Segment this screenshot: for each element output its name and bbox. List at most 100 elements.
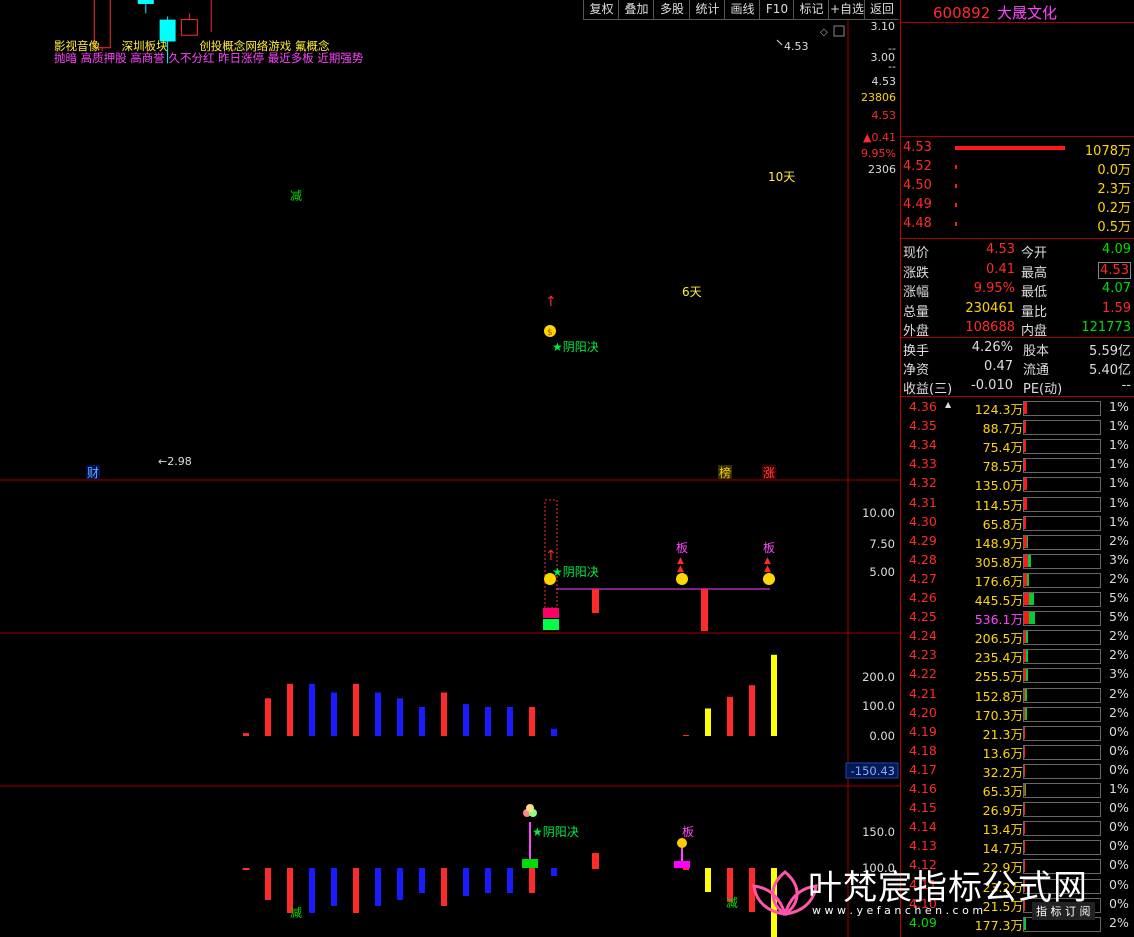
top-info-value: ▲0.41 [863,131,896,144]
days-label: 10天 [768,170,795,184]
price-volume-row[interactable]: 4.23 235.4万 2% [901,647,1134,666]
price-volume-row[interactable]: 4.33 78.5万 1% [901,456,1134,475]
stat-value: 4.53 [1098,261,1131,279]
price-volume-row[interactable]: 4.21 152.8万 2% [901,686,1134,705]
ask-bar [955,146,1065,150]
sub1-bar [701,589,708,631]
pv-price: 4.34 [909,437,937,453]
pv-volume: 148.9万 [974,535,1023,551]
price-volume-row[interactable]: 4.13 14.7万 0% [901,838,1134,857]
price-volume-row[interactable]: 4.15 26.9万 0% [901,800,1134,819]
top-info-value: 4.53 [872,75,897,88]
pv-price: 4.31 [909,494,937,510]
ask-row[interactable]: 4.52 0.0万 [901,159,1134,178]
pv-percent: 2% [1109,647,1129,663]
kline-chart-area[interactable]: ◇ 4.53 ←2.98 10天 6天减减减 ↑ $ ★阴阳决财榜涨 ↑ ★阴阳决板 ▲ ▲ 板 ▲ ▲ ★阴… [0,0,900,937]
ask-bar [955,203,957,207]
pv-bar-frame [1023,439,1101,455]
price-volume-row[interactable]: 4.18 13.6万 0% [901,743,1134,762]
kline-chart[interactable]: ◇4.53←2.9810天6天减减减↑$★阴阳决财榜涨↑★阴阳决板▲▲板▲▲★阴… [0,0,900,937]
price-volume-row[interactable]: 4.20 170.3万 2% [901,705,1134,724]
pv-bar-frame [1023,763,1101,779]
ban-label: 板 [682,825,694,839]
stat-value: 230461 [965,300,1015,316]
pv-price: 4.19 [909,723,937,739]
toolbar-button-f10[interactable]: F10 [759,0,794,20]
stat-value: 5.40亿 [1089,363,1131,378]
sub3-bar [529,868,535,893]
price-volume-row[interactable]: 4.35 88.7万 1% [901,418,1134,437]
pv-percent: 0% [1109,819,1129,835]
stat-label: 流通 [1023,363,1050,378]
toolbar-button-fanhui[interactable]: 返回 [864,0,899,20]
ban-arrow: ▲ [764,564,771,574]
top-info-value: 2306 [868,163,896,176]
sub3-bar [309,868,315,913]
stat-row: 换手 4.26% 股本 5.59亿 [901,340,1134,359]
ask-row[interactable]: 4.53 1078万 [901,140,1134,159]
price-volume-row[interactable]: 4.30 65.8万 1% [901,514,1134,533]
price-volume-row[interactable]: 4.19 21.3万 0% [901,724,1134,743]
pv-price: 4.23 [909,647,937,663]
sub1-tick: 5.00 [869,565,895,579]
price-volume-row[interactable]: 4.25 536.1万 5% [901,609,1134,628]
pv-bar-red [1024,421,1026,434]
toolbar-button-zixuan[interactable]: +自选 [828,0,865,20]
ask-row[interactable]: 4.48 0.5万 [901,216,1134,235]
high-pointer [776,39,783,46]
toolbar-button-fuquan[interactable]: 复权 [583,0,619,20]
ask-row[interactable]: 4.50 2.3万 [901,178,1134,197]
pv-volume: 65.3万 [982,784,1023,799]
pv-price: 4.24 [909,628,937,644]
watermark-url: w w w . y e f a n c h e n . c o m [812,904,984,917]
price-volume-row[interactable]: 4.14 13.4万 0% [901,819,1134,838]
price-volume-row[interactable]: 4.16 65.3万 1% [901,781,1134,800]
ask-price: 4.50 [903,178,932,193]
price-volume-row[interactable]: 4.26 445.5万 5% [901,590,1134,609]
stat-label: 总量 [903,304,930,320]
price-volume-row[interactable]: 4.34 75.4万 1% [901,437,1134,456]
stat-value: 1.59 [1102,300,1131,316]
price-volume-row[interactable]: 4.24 206.5万 2% [901,628,1134,647]
price-volume-row[interactable]: 4.29 148.9万 2% [901,533,1134,552]
pv-bar-red [1024,402,1027,414]
toolbar-button-duogu[interactable]: 多股 [653,0,690,20]
toolbar-button-tongji[interactable]: 统计 [689,0,725,20]
pv-bar-frame [1023,744,1101,760]
price-volume-row[interactable]: 4.22 255.5万 3% [901,666,1134,685]
pv-bar-frame [1023,668,1101,684]
signal-arrow: ↑ [545,548,557,564]
sub2-bar [353,683,359,736]
sub1-bar [543,619,559,630]
pv-bar-frame [1023,572,1101,588]
pv-percent: 2% [1109,570,1129,586]
pv-bar-frame [1023,840,1101,856]
stat-value: -0.010 [971,378,1013,393]
price-volume-row[interactable]: 4.27 176.6万 2% [901,571,1134,590]
pv-percent: 1% [1109,513,1129,529]
toolbar-button-diejia[interactable]: 叠加 [618,0,654,20]
pv-volume: 14.7万 [982,841,1023,857]
watermark: 叶梵宸指标公式网 w w w . y e f a n c h e n . c o… [750,858,1134,937]
pv-bar-red [1024,478,1027,491]
sub2-bar [375,692,381,736]
sub2-bar [529,707,535,736]
top-info-value: -- [888,42,896,55]
price-volume-row[interactable]: 4.17 32.2万 0% [901,762,1134,781]
price-volume-row[interactable]: 4.28 305.8万 3% [901,552,1134,571]
pv-volume: 305.8万 [974,554,1023,570]
pv-bar-red [1024,497,1027,510]
bang-tag-label: 榜 [719,465,731,480]
pv-price: 4.14 [909,819,937,835]
price-volume-row[interactable]: 4.32 135.0万 1% [901,475,1134,494]
ban-label: 板 [763,541,775,555]
toolbar-button-biaoji[interactable]: 标记 [793,0,829,20]
ask-row[interactable]: 4.49 0.2万 [901,197,1134,216]
pv-price: 4.21 [909,685,937,701]
price-volume-row[interactable]: 4.31 114.5万 1% [901,495,1134,514]
toolbar-button-huaxian[interactable]: 画线 [724,0,760,20]
sub3-bar [683,868,689,870]
sub2-bar [419,707,425,736]
ban-arrow: ▲ [677,564,684,574]
price-volume-row[interactable]: 4.36 ▲ 124.3万 1% [901,399,1134,418]
